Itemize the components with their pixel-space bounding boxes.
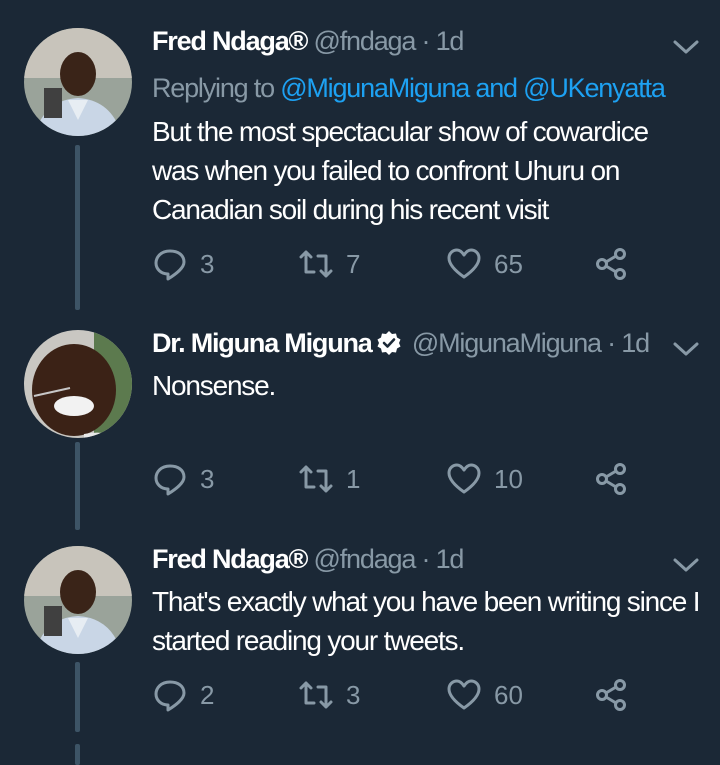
avatar-photo-icon [24, 546, 132, 654]
author-handle[interactable]: @fndaga [314, 26, 417, 56]
reply-count: 3 [200, 463, 215, 494]
reply-icon [154, 464, 186, 496]
retweet-count: 1 [346, 463, 361, 494]
tweet-3[interactable]: Fred Ndaga® @fndaga · 1d That's exactly … [0, 530, 720, 765]
tweet-actions: 3 7 65 [152, 246, 652, 286]
avatar-photo-icon [24, 28, 132, 136]
retweet-count: 7 [346, 248, 361, 279]
timestamp[interactable]: 1d [621, 328, 650, 358]
like-button[interactable]: 10 [446, 461, 523, 497]
author-name[interactable]: Dr. Miguna Miguna [152, 328, 373, 358]
heart-icon [447, 463, 481, 494]
thread-line [75, 145, 80, 310]
reply-icon [154, 249, 186, 281]
like-button[interactable]: 65 [446, 246, 523, 282]
thread-line [75, 662, 80, 732]
chevron-down-icon[interactable] [672, 340, 700, 358]
timestamp[interactable]: 1d [436, 26, 465, 56]
heart-icon [447, 248, 481, 279]
reply-button[interactable]: 2 [152, 677, 214, 713]
separator-dot: · [421, 26, 430, 56]
reply-count: 2 [200, 679, 215, 710]
timestamp[interactable]: 1d [436, 544, 465, 574]
tweet-2[interactable]: Dr. Miguna Miguna @MigunaMiguna · 1d Non… [0, 310, 720, 530]
tweet-header: Fred Ndaga® @fndaga · 1d [152, 24, 465, 58]
retweet-button[interactable]: 1 [298, 461, 360, 497]
share-icon [596, 248, 626, 280]
like-count: 60 [494, 679, 523, 710]
retweet-button[interactable]: 3 [298, 677, 360, 713]
tweet-text: But the most spectacular show of cowardi… [152, 116, 649, 225]
share-icon [596, 679, 626, 711]
tweet-header: Dr. Miguna Miguna @MigunaMiguna · 1d [152, 326, 650, 360]
like-count: 10 [494, 463, 523, 494]
author-name[interactable]: Fred Ndaga® [152, 544, 308, 574]
tweet-actions: 3 1 10 [152, 461, 652, 501]
thread-line [75, 744, 80, 765]
share-button[interactable] [594, 677, 642, 713]
reply-mentions-link[interactable]: @MigunaMiguna and @UKenyatta [280, 73, 666, 103]
avatar-photo-icon [24, 330, 132, 438]
retweet-count: 3 [346, 679, 361, 710]
reply-icon [154, 680, 186, 712]
retweet-icon [299, 681, 333, 709]
chevron-down-icon[interactable] [672, 38, 700, 56]
separator-dot: · [607, 328, 616, 358]
retweet-button[interactable]: 7 [298, 246, 360, 282]
reply-button[interactable]: 3 [152, 246, 214, 282]
heart-icon [447, 679, 481, 710]
author-handle[interactable]: @fndaga [314, 544, 417, 574]
tweet-1[interactable]: Fred Ndaga® @fndaga · 1d Replying to @Mi… [0, 0, 720, 310]
reply-button[interactable]: 3 [152, 461, 214, 497]
share-button[interactable] [594, 246, 642, 282]
like-count: 65 [494, 248, 523, 279]
like-button[interactable]: 60 [446, 677, 523, 713]
tweet-header: Fred Ndaga® @fndaga · 1d [152, 542, 465, 576]
replying-to: Replying to @MigunaMiguna and @UKenyatta [152, 71, 666, 105]
avatar[interactable] [24, 546, 132, 654]
retweet-icon [299, 250, 333, 278]
separator-dot: · [421, 544, 430, 574]
author-name[interactable]: Fred Ndaga® [152, 26, 308, 56]
retweet-icon [299, 465, 333, 493]
tweet-text: That's exactly what you have been writin… [152, 586, 701, 656]
tweet-actions: 2 3 60 [152, 677, 652, 717]
verified-badge-icon [377, 331, 401, 355]
avatar[interactable] [24, 28, 132, 136]
reply-count: 3 [200, 248, 215, 279]
tweet-text: Nonsense. [152, 370, 276, 401]
author-handle[interactable]: @MigunaMiguna [412, 328, 602, 358]
avatar[interactable] [24, 330, 132, 438]
share-icon [596, 463, 626, 495]
share-button[interactable] [594, 461, 642, 497]
chevron-down-icon[interactable] [672, 556, 700, 574]
thread-line [75, 442, 80, 530]
replying-to-label: Replying to [152, 73, 281, 103]
